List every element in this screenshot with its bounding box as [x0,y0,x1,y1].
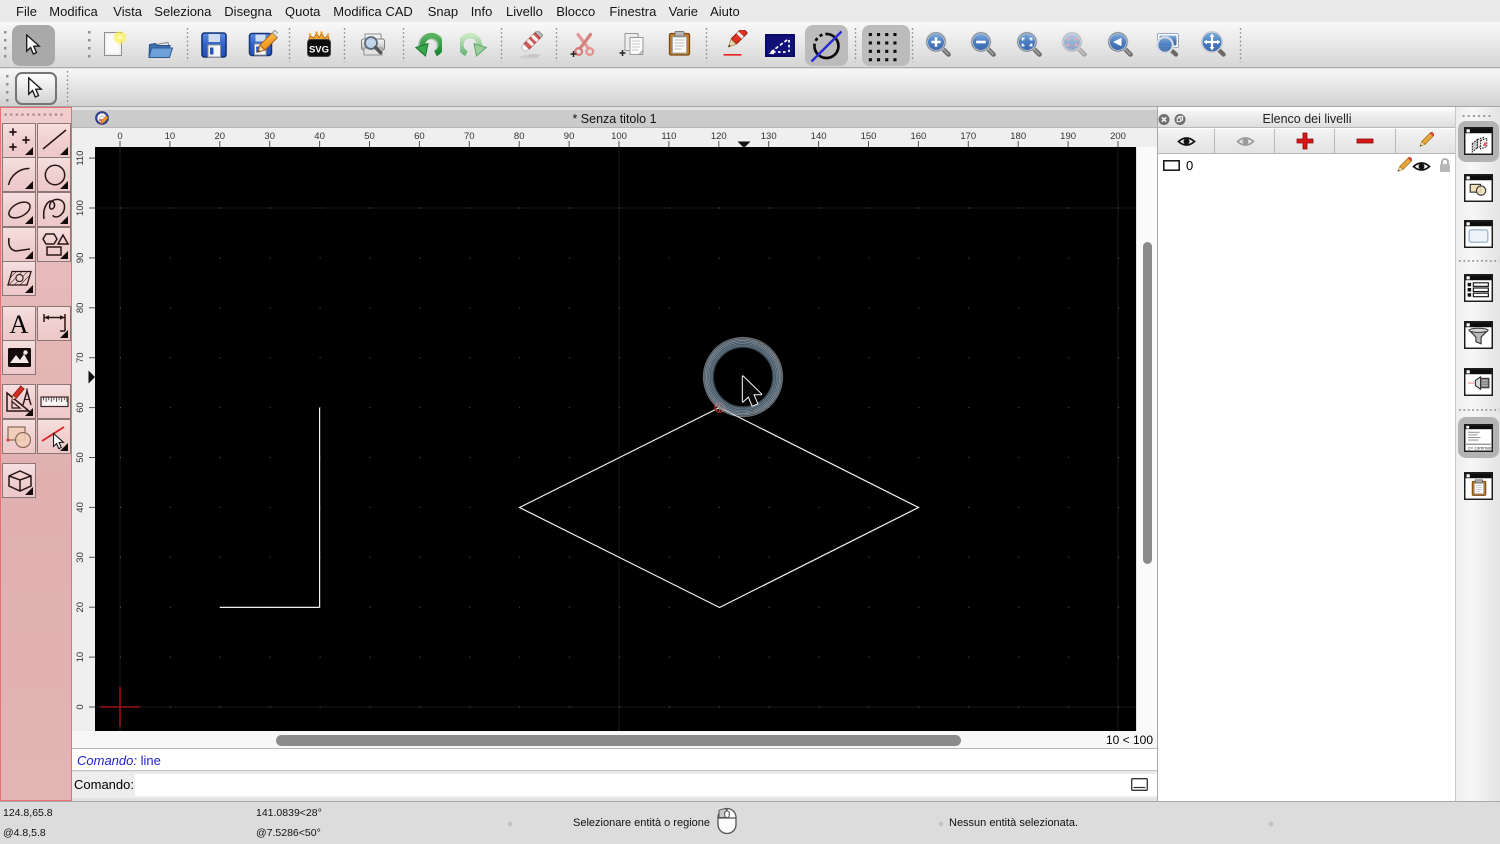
svg-text:80: 80 [514,131,525,142]
svg-text:40: 40 [314,131,325,142]
svg-text:200: 200 [1110,131,1126,142]
svg-text:c> command: c> command [1468,445,1493,450]
svg-text:0: 0 [75,704,86,709]
svg-text:120: 120 [711,131,727,142]
svg-text:70: 70 [464,131,475,142]
svg-text:110: 110 [661,131,676,142]
svg-text:70: 70 [75,352,86,363]
svg-text:50: 50 [75,452,86,463]
svg-text:10: 10 [75,652,86,663]
svg-text:60: 60 [414,131,425,142]
svg-text:30: 30 [264,131,275,142]
svg-text:40: 40 [75,502,86,513]
svg-text:180: 180 [1010,131,1026,142]
svg-text:0: 0 [117,131,122,142]
svg-text:80: 80 [75,303,86,314]
svg-text:A: A [9,309,28,339]
svg-text:90: 90 [564,131,575,142]
svg-text:140: 140 [811,131,827,142]
svg-text:190: 190 [1060,131,1076,142]
svg-text:10: 10 [165,131,176,142]
svg-text:60: 60 [75,402,86,413]
svg-text:100: 100 [75,200,86,216]
svg-text:50: 50 [364,131,375,142]
svg-text:90: 90 [75,253,86,264]
svg-text:20: 20 [75,602,86,613]
svg-text:110: 110 [75,151,86,166]
svg-text:100: 100 [611,131,627,142]
svg-text:130: 130 [761,131,777,142]
svg-text:160: 160 [910,131,926,142]
svg-text:30: 30 [75,552,86,563]
svg-text:20: 20 [215,131,226,142]
svg-text:170: 170 [960,131,976,142]
svg-text:SVG: SVG [309,45,329,56]
svg-text:150: 150 [861,131,877,142]
